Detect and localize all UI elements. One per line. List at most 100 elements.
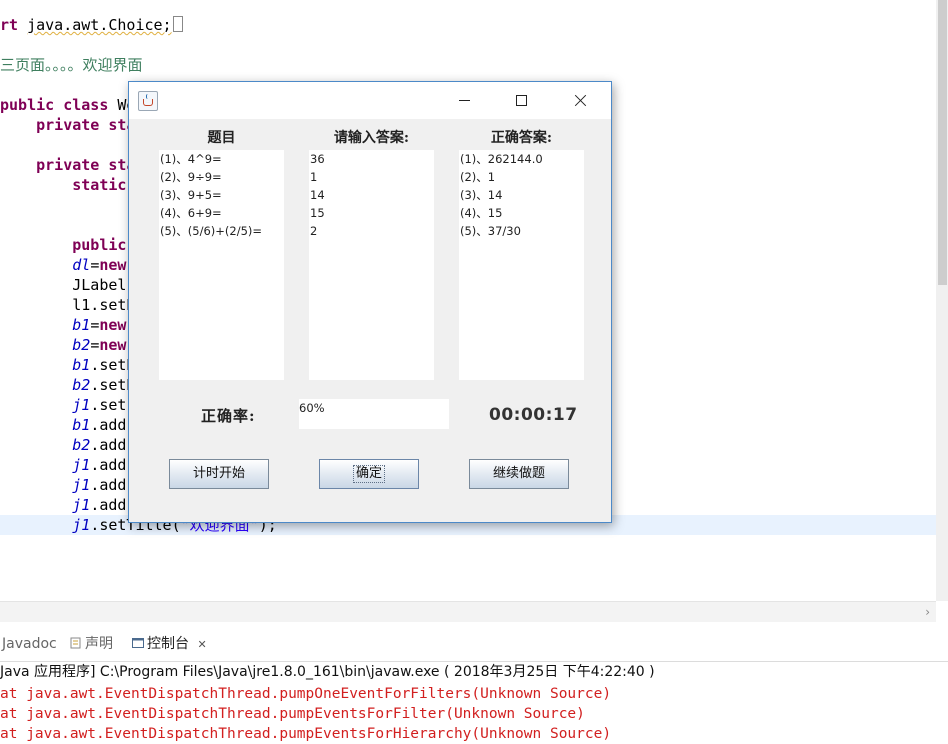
correct-row: (1)、262144.0 bbox=[460, 152, 543, 166]
console-error-line: at java.awt.EventDispatchThread.pumpOneE… bbox=[0, 686, 612, 702]
code-token: new bbox=[99, 336, 127, 354]
scroll-right-icon[interactable]: › bbox=[925, 603, 930, 621]
code-token: public bbox=[0, 236, 127, 254]
window-titlebar[interactable] bbox=[129, 82, 611, 119]
close-icon[interactable]: ✕ bbox=[197, 638, 206, 651]
code-token: JLabel bbox=[0, 276, 127, 294]
code-token: 三页面。。。。欢迎界面 bbox=[0, 56, 143, 74]
console-error-line: at java.awt.EventDispatchThread.pumpEven… bbox=[0, 726, 612, 742]
code-token: new bbox=[99, 256, 127, 274]
confirm-button[interactable]: 确定 bbox=[319, 459, 419, 489]
code-line: j1.set bbox=[0, 395, 126, 415]
code-token: dl bbox=[72, 256, 91, 274]
question-row: (2)、9÷9= bbox=[160, 170, 222, 184]
code-token: j1 bbox=[72, 396, 91, 414]
code-token: l1.setB bbox=[0, 296, 136, 314]
code-line: 三页面。。。。欢迎界面 bbox=[0, 55, 143, 75]
correct-row: (4)、15 bbox=[460, 206, 503, 220]
accuracy-value: 60% bbox=[299, 401, 325, 415]
code-token: static bbox=[0, 176, 127, 194]
code-line: b2=new bbox=[0, 335, 126, 355]
code-token: = bbox=[90, 256, 100, 274]
code-token: java.awt.Choice; bbox=[27, 16, 172, 34]
code-token: j1 bbox=[72, 476, 91, 494]
code-token: = bbox=[90, 336, 100, 354]
questions-header: 题目 bbox=[207, 130, 236, 146]
code-line: public class We bbox=[0, 95, 135, 115]
code-token: = bbox=[90, 316, 100, 334]
code-token: b1 bbox=[72, 316, 91, 334]
code-token: b1 bbox=[72, 356, 91, 374]
code-token: public class bbox=[0, 96, 118, 114]
editor-horizontal-scrollbar[interactable]: › bbox=[0, 601, 936, 622]
code-line: b2.add bbox=[0, 435, 126, 455]
minimize-button[interactable] bbox=[436, 82, 494, 119]
question-row: (4)、6+9= bbox=[160, 206, 222, 220]
code-line: b2.setB bbox=[0, 375, 135, 395]
question-row: (3)、9+5= bbox=[160, 188, 222, 202]
tab-label: Javadoc bbox=[2, 636, 57, 652]
questions-textarea[interactable]: (1)、4^9= (2)、9÷9= (3)、9+5= (4)、6+9= (5)、… bbox=[159, 150, 284, 380]
answer-row: 14 bbox=[310, 188, 325, 202]
code-line: rt java.awt.Choice; bbox=[0, 15, 183, 35]
answer-row: 1 bbox=[310, 170, 318, 184]
code-line: static bbox=[0, 175, 126, 195]
code-token: .set bbox=[90, 396, 127, 414]
button-label: 继续做题 bbox=[492, 466, 545, 481]
bottom-panel-tabs: Javadoc 声明 控制台 ✕ bbox=[0, 625, 948, 662]
editor-vertical-scroll-thumb[interactable] bbox=[938, 0, 947, 285]
code-line: dl=new bbox=[0, 255, 126, 275]
code-line: l1.setB bbox=[0, 295, 135, 315]
close-button[interactable] bbox=[550, 82, 608, 119]
correct-answers-textarea[interactable]: (1)、262144.0 (2)、1 (3)、14 (4)、15 (5)、37/… bbox=[459, 150, 584, 380]
code-token: private st bbox=[0, 156, 127, 174]
declaration-icon bbox=[70, 632, 82, 649]
answer-row: 15 bbox=[310, 206, 325, 220]
java-cup-icon bbox=[138, 91, 158, 111]
correct-row: (3)、14 bbox=[460, 188, 503, 202]
correct-header: 正确答案: bbox=[490, 130, 553, 146]
question-row: (5)、(5/6)+(2/5)= bbox=[160, 224, 263, 238]
tab-console[interactable]: 控制台 ✕ bbox=[130, 631, 213, 657]
accuracy-field[interactable]: 60% bbox=[299, 399, 449, 429]
code-token: j1 bbox=[72, 456, 91, 474]
button-label: 确定 bbox=[352, 465, 385, 483]
continue-button[interactable]: 继续做题 bbox=[469, 459, 569, 489]
quiz-window: 题目 请输入答案: 正确答案: (1)、4^9= (2)、9÷9= (3)、9+… bbox=[128, 81, 612, 523]
code-token: rt bbox=[0, 16, 28, 34]
maximize-button[interactable] bbox=[493, 82, 551, 119]
tab-declaration[interactable]: 声明 bbox=[70, 631, 113, 657]
correct-row: (2)、1 bbox=[460, 170, 496, 184]
answers-header: 请输入答案: bbox=[333, 130, 410, 146]
start-timer-button[interactable]: 计时开始 bbox=[169, 459, 269, 489]
tab-label: 声明 bbox=[85, 636, 113, 652]
code-token: j1 bbox=[72, 516, 91, 534]
code-token: b2 bbox=[72, 436, 91, 454]
code-token: private st bbox=[0, 116, 127, 134]
answer-row: 36 bbox=[310, 152, 325, 166]
accuracy-label: 正确率: bbox=[201, 407, 256, 425]
question-row: (1)、4^9= bbox=[160, 152, 222, 166]
answers-textarea[interactable]: 36 1 14 15 2 bbox=[309, 150, 434, 380]
console-icon bbox=[132, 632, 144, 648]
code-line: b1.add bbox=[0, 415, 126, 435]
tab-javadoc[interactable]: Javadoc bbox=[2, 631, 57, 657]
code-line: JLabel bbox=[0, 275, 126, 295]
code-token: b2 bbox=[72, 336, 91, 354]
timer-display: 00:00:17 bbox=[489, 405, 578, 425]
code-line: public bbox=[0, 235, 126, 255]
tab-label: 控制台 bbox=[147, 636, 189, 652]
code-line: private sta bbox=[0, 115, 135, 135]
code-token: new bbox=[99, 316, 127, 334]
console-error-line: at java.awt.EventDispatchThread.pumpEven… bbox=[0, 706, 585, 722]
console-header: Java 应用程序] C:\Program Files\Java\jre1.8.… bbox=[0, 664, 655, 680]
